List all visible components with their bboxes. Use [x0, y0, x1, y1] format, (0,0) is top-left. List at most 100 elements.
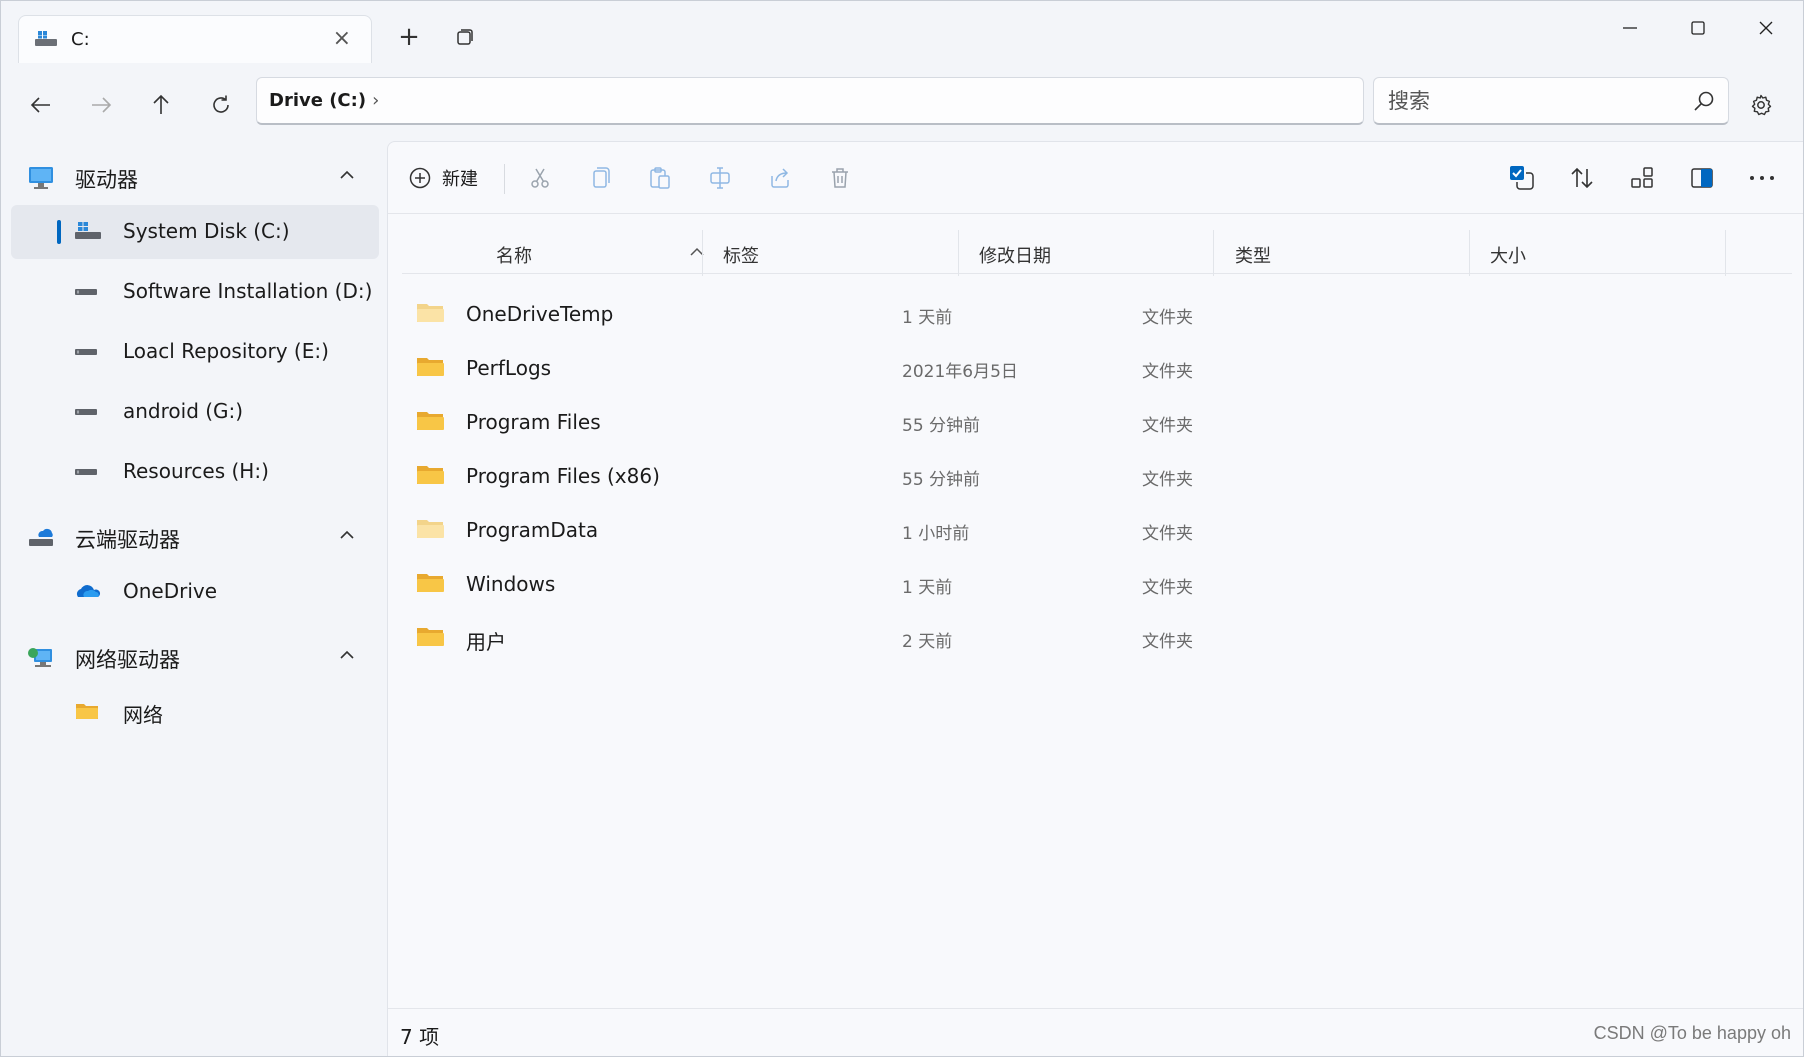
minimize-icon	[1623, 27, 1637, 29]
file-type: 文件夹	[1142, 362, 1193, 382]
item-count: 7 项	[400, 1025, 440, 1049]
folder-icon	[417, 466, 444, 484]
file-modified: 2 天前	[902, 632, 953, 652]
column-divider[interactable]	[1213, 230, 1214, 276]
copy-button[interactable]	[580, 158, 620, 198]
up-button[interactable]	[139, 83, 183, 127]
breadcrumb-separator[interactable]: ›	[372, 90, 379, 111]
arrow-left-icon	[30, 97, 50, 113]
column-tags[interactable]: 标签	[723, 242, 759, 268]
chevron-up-icon[interactable]	[687, 242, 707, 262]
section-cloud-drives[interactable]: 云端驱动器	[11, 511, 379, 565]
layout-button[interactable]	[1620, 158, 1664, 198]
file-modified: 1 小时前	[902, 524, 970, 544]
refresh-button[interactable]	[199, 83, 243, 127]
new-tab-button[interactable]: +	[391, 19, 427, 55]
drive-icon	[75, 349, 97, 355]
content-pane: 新建 名称 标签 修改日期 类型 大小 OneDriveTemp 1 天前 文件…	[387, 141, 1803, 1056]
tab-close-icon[interactable]: ×	[333, 26, 351, 51]
selection-indicator	[57, 220, 61, 244]
status-bar: 7 项 CSDN @To be happy oh	[388, 1008, 1803, 1056]
share-icon	[771, 168, 789, 188]
section-drives[interactable]: 驱动器	[11, 151, 379, 205]
share-button[interactable]	[760, 158, 800, 198]
file-row[interactable]: 用户 2 天前 文件夹	[402, 612, 1792, 666]
chevron-up-icon[interactable]	[337, 645, 357, 665]
file-explorer-window: C: × + Drive (C:) › 搜索 驱动器 System Disk (…	[0, 0, 1804, 1057]
file-name: Windows	[466, 572, 556, 596]
search-icon[interactable]	[1692, 89, 1716, 113]
sidebar-item-label: Loacl Repository (E:)	[123, 339, 329, 363]
folder-icon	[76, 704, 98, 719]
column-divider[interactable]	[702, 230, 703, 276]
scissors-icon	[531, 168, 549, 188]
column-name[interactable]: 名称	[496, 242, 532, 268]
file-row[interactable]: OneDriveTemp 1 天前 文件夹	[402, 288, 1792, 342]
column-divider[interactable]	[958, 230, 959, 276]
sidebar-item-local-repository[interactable]: Loacl Repository (E:)	[11, 325, 379, 379]
file-name: Program Files (x86)	[466, 464, 660, 488]
sidebar-item-android[interactable]: android (G:)	[11, 385, 379, 439]
arrow-up-icon	[153, 94, 169, 114]
file-row[interactable]: Program Files (x86) 55 分钟前 文件夹	[402, 450, 1792, 504]
column-size[interactable]: 大小	[1490, 242, 1526, 268]
file-row[interactable]: ProgramData 1 小时前 文件夹	[402, 504, 1792, 558]
chevron-up-icon[interactable]	[337, 165, 357, 185]
folder-icon	[417, 628, 444, 646]
close-window-button[interactable]	[1737, 7, 1795, 49]
details-pane-button[interactable]	[1680, 158, 1724, 198]
search-input[interactable]	[1388, 86, 1668, 116]
sort-icon	[1571, 167, 1593, 189]
maximize-button[interactable]	[1669, 7, 1727, 49]
duplicate-tab-button[interactable]	[447, 19, 483, 55]
refresh-icon	[213, 95, 229, 113]
toolbar-divider	[504, 164, 505, 194]
file-type: 文件夹	[1142, 470, 1193, 490]
settings-button[interactable]	[1741, 85, 1781, 125]
file-name: Program Files	[466, 410, 601, 434]
new-button[interactable]: 新建	[408, 158, 518, 198]
pane-icon	[1691, 168, 1713, 188]
cut-button[interactable]	[520, 158, 560, 198]
file-name: PerfLogs	[466, 356, 552, 380]
column-type[interactable]: 类型	[1235, 242, 1271, 268]
file-name: 用户	[466, 630, 506, 654]
chevron-up-icon[interactable]	[337, 525, 357, 545]
file-row[interactable]: PerfLogs 2021年6月5日 文件夹	[402, 342, 1792, 396]
windows-drive-icon	[75, 222, 101, 239]
sidebar-item-resources[interactable]: Resources (H:)	[11, 445, 379, 499]
section-network-drives[interactable]: 网络驱动器	[11, 631, 379, 685]
title-bar: C: × +	[1, 1, 1803, 73]
sidebar-item-onedrive[interactable]: OneDrive	[11, 565, 379, 619]
paste-button[interactable]	[640, 158, 680, 198]
sidebar-item-system-disk[interactable]: System Disk (C:)	[11, 205, 379, 259]
drive-icon	[35, 31, 57, 46]
section-label: 网络驱动器	[75, 648, 180, 672]
column-divider[interactable]	[1469, 230, 1470, 276]
delete-button[interactable]	[820, 158, 860, 198]
tab-c-drive[interactable]: C: ×	[18, 15, 372, 63]
sort-button[interactable]	[1560, 158, 1604, 198]
sidebar-item-network[interactable]: 网络	[11, 685, 379, 739]
file-type: 文件夹	[1142, 578, 1193, 598]
file-type: 文件夹	[1142, 308, 1193, 328]
more-options-button[interactable]	[1740, 158, 1784, 198]
column-modified[interactable]: 修改日期	[979, 242, 1051, 268]
file-row[interactable]: Program Files 55 分钟前 文件夹	[402, 396, 1792, 450]
address-bar[interactable]: Drive (C:) ›	[256, 77, 1364, 125]
forward-button[interactable]	[79, 83, 123, 127]
minimize-button[interactable]	[1601, 7, 1659, 49]
column-divider[interactable]	[1725, 230, 1726, 276]
search-box[interactable]	[1373, 77, 1729, 125]
rename-button[interactable]	[700, 158, 740, 198]
select-button[interactable]	[1500, 158, 1544, 198]
column-headers: 名称 标签 修改日期 类型 大小	[402, 228, 1792, 276]
file-row[interactable]: Windows 1 天前 文件夹	[402, 558, 1792, 612]
tab-title: C:	[71, 29, 90, 50]
file-type: 文件夹	[1142, 632, 1193, 652]
back-button[interactable]	[19, 83, 63, 127]
breadcrumb-drive[interactable]: Drive (C:)	[265, 90, 372, 111]
clipboard-icon	[650, 167, 670, 189]
rename-icon	[710, 167, 730, 189]
sidebar-item-software-installation[interactable]: Software Installation (D:)	[11, 265, 379, 319]
